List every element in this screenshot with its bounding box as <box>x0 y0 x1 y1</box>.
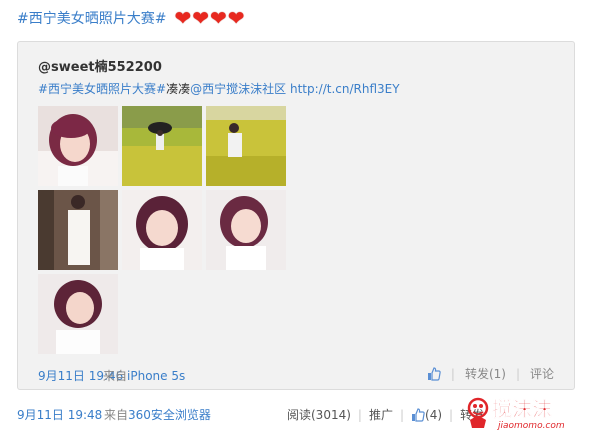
retweet-mention-link[interactable]: @西宁搅沫沫社区 <box>190 82 286 96</box>
retweet-url-link[interactable]: http://t.cn/Rhfl3EY <box>290 82 400 96</box>
retweet-plain-text: 凑凑 <box>166 82 191 96</box>
retweet-source: 来自iPhone 5s <box>103 367 185 384</box>
retweet-comment-button[interactable]: 评论 <box>530 365 554 382</box>
divider: | <box>450 366 455 381</box>
post-header: #西宁美女晒照片大赛# ❤ ❤ ❤ ❤ <box>17 6 246 30</box>
divider: | <box>399 407 405 422</box>
retweet-text: #西宁美女晒照片大赛#凑凑@西宁搅沫沫社区 http://t.cn/Rhfl3E… <box>38 80 400 97</box>
post-topic-link[interactable]: #西宁美女晒照片大赛# <box>17 8 166 28</box>
photo-6[interactable] <box>206 190 286 270</box>
divider: | <box>515 366 520 381</box>
post-source: 来自360安全浏览器 <box>104 406 211 423</box>
heart-icon: ❤ <box>192 6 209 30</box>
heart-icon: ❤ <box>174 6 192 30</box>
promote-button[interactable]: 推广 <box>369 406 393 423</box>
retweet-repost-button[interactable]: 转发(1) <box>465 365 506 382</box>
post-actions: 阅读(3014) | 推广 | (4) | 转发 <box>287 406 484 423</box>
retweet-source-link[interactable]: iPhone 5s <box>127 369 185 383</box>
post-source-prefix: 来自 <box>104 408 129 422</box>
photo-4[interactable] <box>38 190 118 270</box>
retweet-actions: | 转发(1) | 评论 <box>427 365 554 382</box>
photo-3[interactable] <box>206 106 286 186</box>
heart-icon: ❤ <box>210 6 227 30</box>
photo-2[interactable] <box>122 106 202 186</box>
post-footer: 9月11日 19:48 来自360安全浏览器 阅读(3014) | 推广 | (… <box>17 397 582 431</box>
like-count[interactable]: (4) <box>425 408 442 422</box>
retweet-author[interactable]: @sweet楠552200 <box>38 56 162 75</box>
thumbs-up-icon[interactable] <box>427 366 441 381</box>
retweet-topic-link[interactable]: #西宁美女晒照片大赛# <box>38 82 166 96</box>
retweet-box: @sweet楠552200 #西宁美女晒照片大赛#凑凑@西宁搅沫沫社区 http… <box>17 41 575 390</box>
thumbs-up-icon[interactable] <box>411 407 425 422</box>
heart-icon: ❤ <box>227 6 245 30</box>
post-source-link[interactable]: 360安全浏览器 <box>128 408 211 422</box>
logo-text: 搅沫沫 <box>492 397 553 421</box>
post-time[interactable]: 9月11日 19:48 <box>17 406 102 423</box>
photo-5[interactable] <box>122 190 202 270</box>
read-count: 阅读(3014) <box>287 408 351 422</box>
retweet-source-prefix: 来自 <box>103 369 128 383</box>
divider: | <box>357 407 362 422</box>
jiaomomo-logo: 搅沫沫 jiaomomo.com <box>467 397 565 431</box>
photo-1[interactable] <box>38 106 118 186</box>
logo-domain: jiaomomo.com <box>496 421 565 431</box>
divider: | <box>449 407 454 422</box>
hearts-row: ❤ ❤ ❤ ❤ <box>174 8 245 28</box>
photo-7[interactable] <box>38 274 118 354</box>
